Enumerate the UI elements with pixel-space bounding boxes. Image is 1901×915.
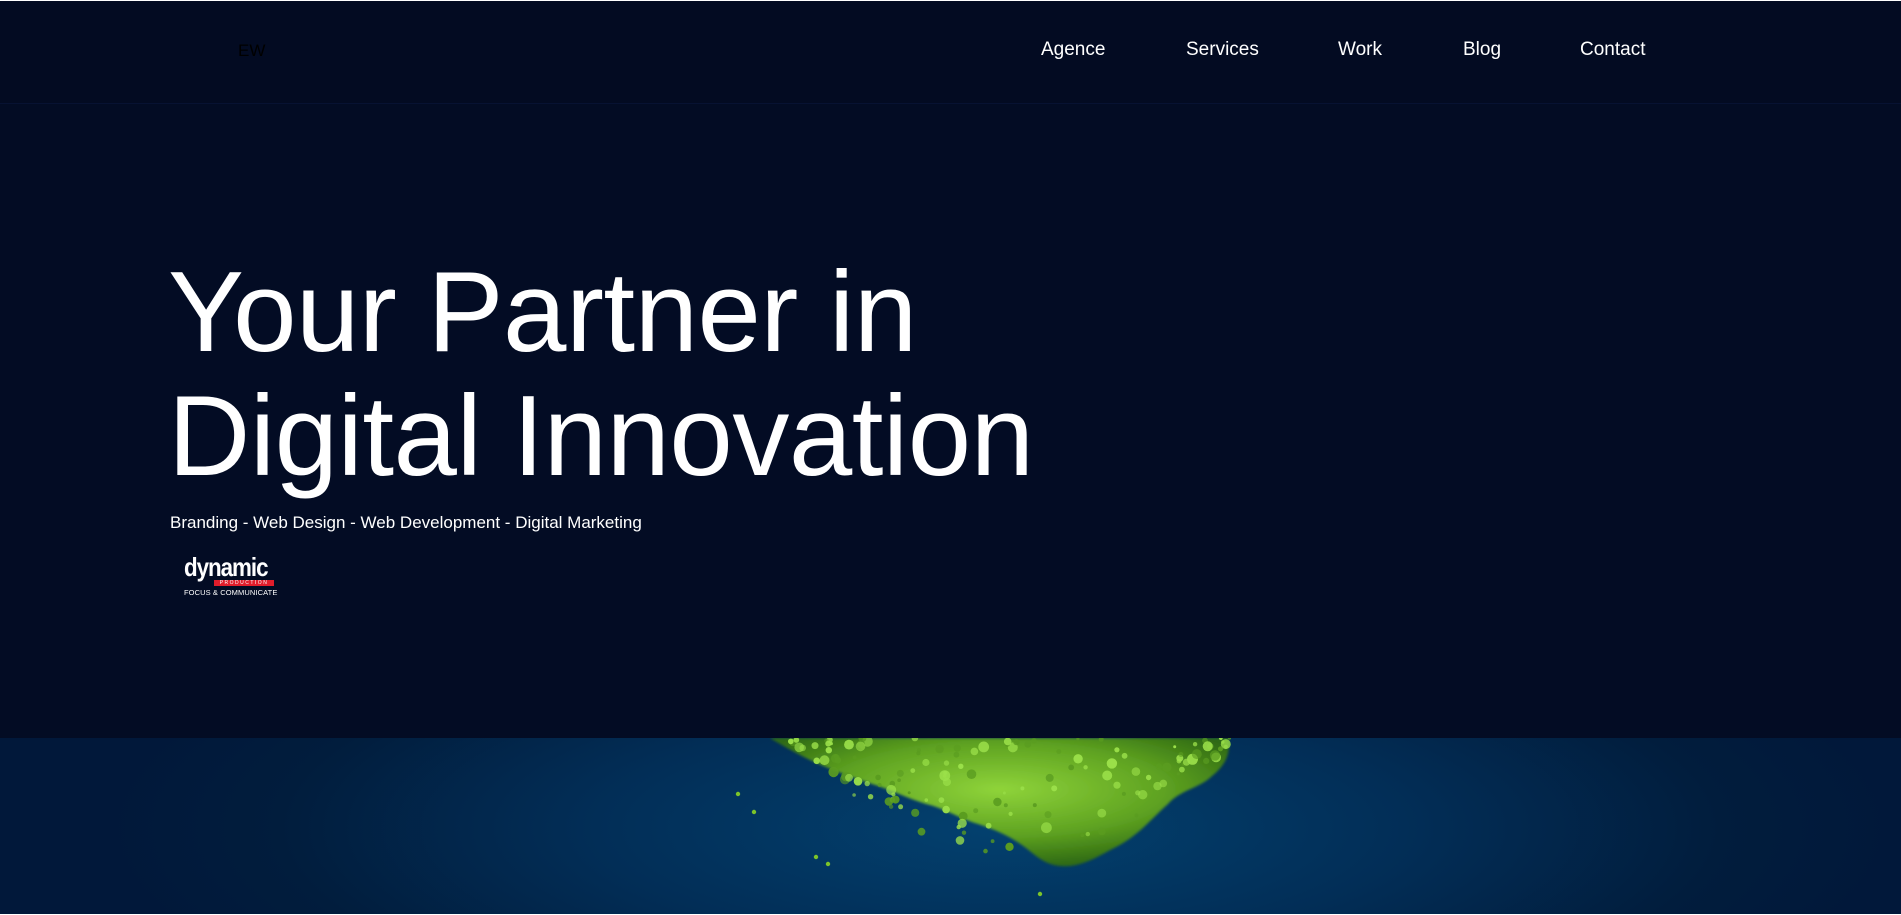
partner-logo[interactable]: dynamic PRODUCTION FOCUS & COMMUNICATE [184, 552, 278, 598]
nav-work[interactable]: Work [1338, 39, 1382, 61]
nav-agence[interactable]: Agence [1041, 39, 1105, 61]
page: EW Agence Services Work Blog Contact You… [0, 1, 1901, 914]
partner-logo-sub: PRODUCTION [219, 580, 269, 586]
partner-logo-tagline: FOCUS & COMMUNICATE [184, 588, 278, 597]
hero-title: Your Partner in Digital Innovation [168, 251, 1034, 499]
main-nav: Agence Services Work Blog Contact [0, 39, 1901, 65]
partner-logo-wordmark: dynamic [184, 552, 269, 582]
partner-logo-red-bar: PRODUCTION [214, 580, 274, 586]
hero-video-banner [0, 738, 1901, 914]
green-foliage-image [735, 738, 1231, 897]
top-navbar: EW Agence Services Work Blog Contact [0, 1, 1901, 104]
nav-services[interactable]: Services [1186, 39, 1259, 61]
hero-subtitle: Branding - Web Design - Web Development … [170, 513, 642, 532]
hero-title-line-1: Your Partner in [168, 249, 917, 376]
hero-title-line-2: Digital Innovation [168, 373, 1034, 500]
nav-contact[interactable]: Contact [1580, 39, 1645, 61]
nav-blog[interactable]: Blog [1463, 39, 1501, 61]
